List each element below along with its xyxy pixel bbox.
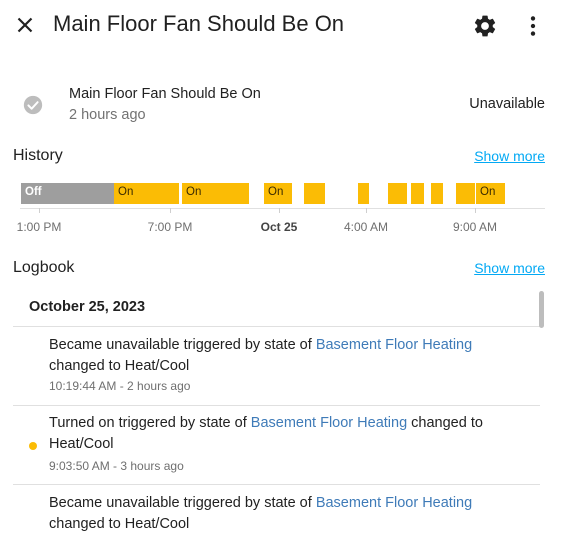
logbook-entry-text: Became unavailable triggered by state of [49, 495, 316, 511]
entity-state-value: Unavailable [469, 96, 545, 112]
timeline-segment[interactable]: On [182, 183, 249, 204]
timeline-segment[interactable]: On [476, 183, 505, 204]
logbook-entry-text: changed to Heat/Cool [49, 358, 190, 374]
logbook-entry-message: Became unavailable triggered by state of… [49, 493, 509, 535]
axis-tick [366, 208, 367, 213]
history-title: History [13, 147, 63, 164]
timeline-segment[interactable]: On [264, 183, 292, 204]
logbook-entity-link[interactable]: Basement Floor Heating [316, 337, 472, 353]
logbook-entry-time: 9:03:50 AM - 3 hours ago [49, 459, 184, 473]
logbook-date-header: October 25, 2023 [29, 299, 146, 315]
timeline-segment-label: On [186, 186, 202, 198]
axis-tick [279, 208, 280, 213]
timeline-segment[interactable] [304, 183, 325, 204]
axis-tick [39, 208, 40, 213]
timeline-segment[interactable] [431, 183, 443, 204]
logbook-entry-time: 10:19:44 AM - 2 hours ago [49, 379, 191, 393]
timeline-axis [20, 208, 545, 209]
entity-name: Main Floor Fan Should Be On [69, 86, 261, 102]
dialog-title: Main Floor Fan Should Be On [53, 11, 345, 36]
axis-tick-label: Oct 25 [260, 220, 298, 234]
state-on-indicator [29, 442, 37, 450]
timeline-segment-label: Off [25, 186, 42, 198]
history-timeline[interactable]: Off On On On On [20, 183, 545, 205]
axis-tick-label: 9:00 AM [452, 220, 498, 234]
timeline-segment-label: On [268, 186, 284, 198]
history-show-more-link[interactable]: Show more [474, 148, 545, 164]
settings-button[interactable] [472, 13, 498, 39]
timeline-segment-label: On [480, 186, 496, 198]
divider [13, 326, 540, 327]
logbook-scrollbar[interactable] [539, 291, 544, 328]
logbook-entry-text: Turned on triggered by state of [49, 415, 251, 431]
axis-tick-label: 1:00 PM [16, 220, 62, 234]
axis-tick [170, 208, 171, 213]
timeline-segment[interactable]: Off [21, 183, 114, 204]
logbook-entity-link[interactable]: Basement Floor Heating [316, 495, 472, 511]
logbook-entry-text: changed to Heat/Cool [49, 516, 190, 532]
more-vert-icon [530, 16, 536, 36]
timeline-segment[interactable]: On [114, 183, 179, 204]
check-circle-icon [22, 94, 44, 116]
entity-last-changed: 2 hours ago [69, 107, 146, 123]
divider [13, 405, 540, 406]
logbook-entry-message: Turned on triggered by state of Basement… [49, 413, 509, 455]
logbook-entry-message: Became unavailable triggered by state of… [49, 335, 509, 377]
gear-icon [474, 15, 496, 37]
close-button[interactable] [12, 12, 38, 38]
divider [13, 484, 540, 485]
logbook-entry-text: Became unavailable triggered by state of [49, 337, 316, 353]
dialog-header: Main Floor Fan Should Be On [0, 0, 564, 52]
timeline-segment[interactable] [358, 183, 369, 204]
more-options-button[interactable] [520, 13, 546, 39]
axis-tick-label: 7:00 PM [147, 220, 193, 234]
logbook-list[interactable]: October 25, 2023 Became unavailable trig… [13, 287, 540, 558]
close-icon [17, 17, 33, 33]
axis-tick [475, 208, 476, 213]
timeline-segment-label: On [118, 186, 134, 198]
timeline-segment[interactable] [456, 183, 475, 204]
logbook-title: Logbook [13, 259, 75, 276]
logbook-entity-link[interactable]: Basement Floor Heating [251, 415, 407, 431]
entity-state-row[interactable]: Main Floor Fan Should Be On 2 hours ago … [0, 82, 564, 128]
logbook-show-more-link[interactable]: Show more [474, 260, 545, 276]
timeline-segment[interactable] [388, 183, 407, 204]
axis-tick-label: 4:00 AM [343, 220, 389, 234]
timeline-segment[interactable] [411, 183, 424, 204]
